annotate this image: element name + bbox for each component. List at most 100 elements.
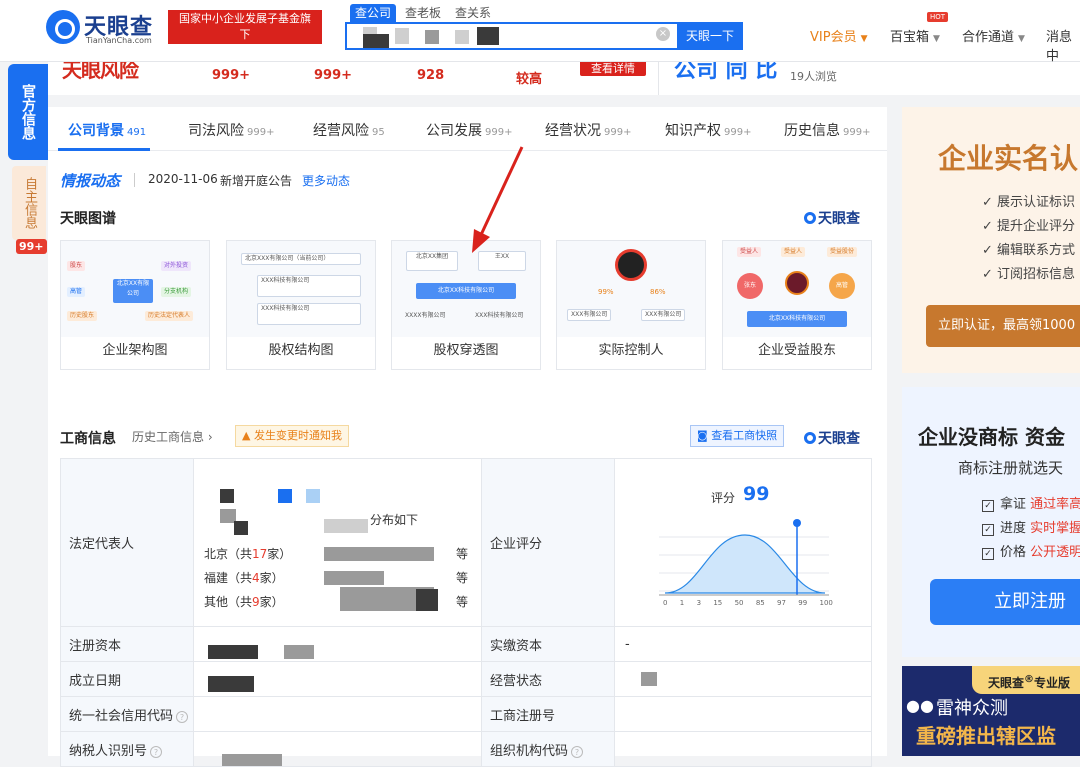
table-row: 纳税人识别号? 组织机构代码?	[60, 731, 872, 767]
score-marker-pin	[793, 519, 801, 527]
official-badge: 国家中小企业发展子基金旗下 官方备案企业征信机构	[168, 10, 322, 57]
reg-number-key: 工商注册号	[481, 696, 615, 732]
brand-label: 天眼查	[818, 211, 860, 227]
avatar	[615, 249, 647, 281]
ad3-text: 专业版	[1034, 676, 1071, 690]
equity-penetration-thumb: 北京XX集团 王XX 北京XX科技有限公司 XXXX有限公司 XXX科技有限公司	[392, 241, 540, 337]
card-label: 股权结构图	[268, 343, 334, 358]
legal-rep-value: 分布如下 北京（共17家） 福建（共4家） 其他（共9家） 等 等 等	[193, 458, 482, 627]
avatar	[785, 271, 809, 295]
tab-ip[interactable]: 知识产权 999+	[665, 120, 751, 140]
verify-ad[interactable]: 企业实名认 ✓ 展示认证标识 ✓ 提升企业评分 ✓ 编辑联系方式 ✓ 订阅招标信…	[902, 107, 1080, 373]
chevron-down-icon: ▼	[1018, 34, 1025, 44]
tab-label: 司法风险	[188, 123, 244, 139]
chevron-down-icon: ▼	[933, 34, 940, 44]
tick: 97	[777, 599, 786, 607]
view-snapshot-button[interactable]: ◙ 查看工商快照	[690, 425, 785, 447]
help-icon[interactable]: ?	[176, 710, 189, 723]
card-actual-controller[interactable]: 99% 86% XXX有限公司 XXX有限公司 实际控制人	[556, 240, 706, 370]
tab-self-info[interactable]: 自主信息	[12, 166, 46, 240]
card-label: 股权穿透图	[433, 343, 499, 358]
brand-label: 天眼查	[818, 431, 860, 447]
ad2-register-button[interactable]: 立即注册	[930, 579, 1080, 625]
search-tab-company[interactable]: 查公司	[350, 4, 397, 22]
checkbox-icon: ✓	[982, 548, 994, 560]
distribution-other: 其他（共9家）	[204, 593, 284, 610]
snapshot-label: 查看工商快照	[711, 429, 778, 442]
card-label: 企业架构图	[102, 343, 168, 358]
tab-label: 历史信息	[784, 123, 840, 139]
wechat-icon: ●●	[906, 696, 934, 715]
nav-vip[interactable]: VIP会员 ▼	[810, 26, 868, 45]
node: XXX科技有限公司	[257, 275, 361, 297]
history-biz-link[interactable]: 历史工商信息 ›	[132, 428, 213, 445]
tab-count: 95	[372, 127, 385, 138]
tab-history[interactable]: 历史信息 999+	[784, 120, 870, 140]
table-row: 注册资本 实缴资本 -	[60, 626, 872, 662]
status-key: 经营状态	[481, 661, 615, 697]
node: 北京XXX有限公司（当前公司）	[241, 253, 361, 265]
nav-toolbox[interactable]: 百宝箱 ▼	[890, 26, 940, 45]
node: XXXX有限公司	[405, 312, 446, 319]
ad1-verify-button[interactable]: 立即认证，最高领1000	[926, 305, 1080, 347]
tab-company-background[interactable]: 公司背景 491	[68, 120, 146, 140]
more-news-link[interactable]: 更多动态	[302, 172, 350, 189]
tab-business-risk[interactable]: 经营风险 95	[313, 120, 385, 140]
reg-number-value	[614, 696, 872, 732]
nav-cooperation[interactable]: 合作通道 ▼	[962, 26, 1025, 45]
node: 历史股东	[67, 311, 98, 321]
brand-icon	[804, 432, 816, 444]
search-tab-relation[interactable]: 查关系	[450, 4, 496, 22]
ad1-list: ✓ 展示认证标识 ✓ 提升企业评分 ✓ 编辑联系方式 ✓ 订阅招标信息	[982, 191, 1075, 287]
trademark-ad[interactable]: 企业没商标 资金 商标注册就选天 ✓ 拿证 通过率高 ✓ 进度 实时掌握 ✓ 价格 公…	[902, 387, 1080, 657]
unit: 家）	[267, 547, 292, 561]
score-label: 评分	[711, 491, 736, 505]
etc: 等	[456, 571, 469, 585]
annotation-arrow	[472, 146, 524, 253]
graph-brand: 天眼查	[804, 208, 860, 228]
card-beneficial-shareholders[interactable]: 受益人 受益人 受益股份 张东 高管 北京XX科技有限公司 企业受益股东	[722, 240, 872, 370]
ad2-value: 公开透明	[1030, 545, 1080, 560]
nav-messages[interactable]: 消息中	[1046, 26, 1080, 64]
city: 北京（共	[204, 547, 253, 561]
tick: 1	[679, 599, 685, 607]
distribution-fujian: 福建（共4家）	[204, 569, 284, 586]
search-tab-boss[interactable]: 查老板	[400, 4, 446, 22]
history-biz-label: 历史工商信息	[132, 430, 205, 444]
table-row: 统一社会信用代码? 工商注册号	[60, 696, 872, 732]
node: XXX科技有限公司	[475, 312, 524, 319]
ad2-sub: 商标注册就选天	[958, 459, 1064, 477]
card-enterprise-structure[interactable]: 股东 高管 历史股东 北京XX有限公司 对外投资 分支机构 历史法定代表人 企业…	[60, 240, 210, 370]
tab-count: 999+	[485, 127, 513, 138]
logo-icon[interactable]	[46, 10, 80, 44]
ad2-item: ✓ 价格 公开透明	[982, 541, 1080, 565]
tick: 85	[755, 599, 765, 607]
credit-code-key: 统一社会信用代码?	[60, 696, 194, 732]
card-equity-penetration[interactable]: 北京XX集团 王XX 北京XX科技有限公司 XXXX有限公司 XXX科技有限公司…	[391, 240, 541, 370]
city: 福建（共	[204, 571, 253, 585]
search-button[interactable]: 天眼一下	[677, 22, 743, 50]
notify-change-button[interactable]: ▲ 发生变更时通知我	[235, 425, 349, 447]
card-equity-structure[interactable]: 北京XXX有限公司（当前公司） XXX科技有限公司 XXX科技有限公司 股权结构…	[226, 240, 376, 370]
nav-coop-label: 合作通道	[962, 30, 1015, 45]
main-content: 公司背景 491 司法风险 999+ 经营风险 95 公司发展 999+ 经营状况 999…	[48, 107, 887, 767]
tab-official-info[interactable]: 官方信息	[8, 64, 48, 160]
view-details-button[interactable]: 查看详情	[580, 62, 646, 76]
notify-label: 发生变更时通知我	[253, 429, 342, 442]
ad1-item-text: 展示认证标识	[997, 195, 1076, 210]
tab-company-development[interactable]: 公司发展 999+	[426, 120, 512, 140]
node: 99%	[598, 288, 614, 296]
ad3-bottom: 重磅推出辖区监	[916, 724, 1056, 748]
node: XXX科技有限公司	[257, 303, 361, 325]
top-header: 天眼查 TianYanCha.com 国家中小企业发展子基金旗下 官方备案企业征…	[0, 0, 1080, 64]
pro-ad[interactable]: 天眼查®专业版 雷神众测 ●● 重磅推出辖区监	[902, 666, 1080, 756]
clear-icon[interactable]: ×	[656, 27, 670, 41]
tab-judicial-risk[interactable]: 司法风险 999+	[188, 120, 274, 140]
node: 历史法定代表人	[145, 311, 194, 321]
org-code-label: 组织机构代码	[490, 743, 569, 759]
tab-count: 491	[127, 127, 147, 138]
node: 分支机构	[161, 287, 192, 297]
tab-operating-status[interactable]: 经营状况 999+	[545, 120, 631, 140]
table-row: 法定代表人 分布如下 北京（共17家） 福建（共4家） 其他（共9家） 等 等 …	[60, 458, 872, 627]
org-code-key: 组织机构代码?	[481, 731, 615, 767]
